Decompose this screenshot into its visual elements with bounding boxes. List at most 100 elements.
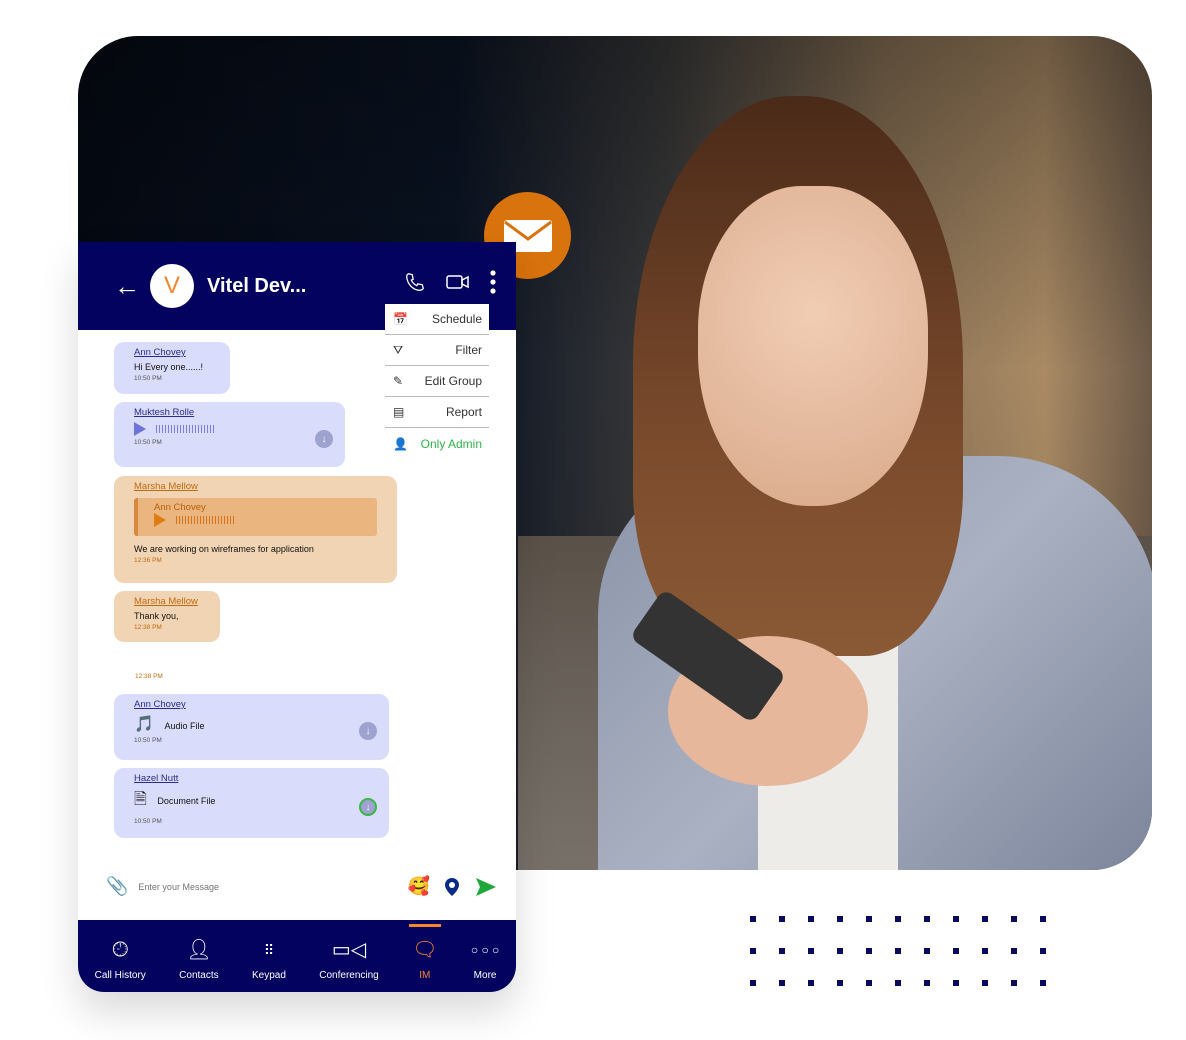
document-file-icon: 🗎 <box>134 791 147 808</box>
filter-icon: ⛛ <box>393 342 404 357</box>
dot <box>750 948 756 954</box>
dot <box>1040 980 1046 986</box>
menu-item-only-admin[interactable]: 👤 Only Admin <box>385 428 489 459</box>
emoji-icon[interactable]: 🥰 <box>408 876 430 897</box>
send-icon[interactable] <box>476 877 496 896</box>
calendar-clock-icon: 📅 <box>393 312 408 326</box>
file-name[interactable]: Audio File <box>164 721 204 731</box>
dot <box>866 916 872 922</box>
quoted-voice-message[interactable]: Ann Chovey <box>134 498 377 536</box>
file-name[interactable]: Document File <box>157 796 215 806</box>
sender-name[interactable]: Marsha Mellow <box>134 596 200 607</box>
dot <box>808 948 814 954</box>
menu-item-edit-group[interactable]: ✎ Edit Group <box>385 366 489 397</box>
dot <box>779 980 785 986</box>
sender-name[interactable]: Ann Chovey <box>134 347 210 358</box>
message-time: 12:36 PM <box>134 557 162 564</box>
message-bubble: Marsha Mellow Thank you, 12:38 PM <box>114 591 220 642</box>
decorative-dot-grid <box>750 916 1046 986</box>
play-icon[interactable] <box>154 513 166 527</box>
location-pin-icon[interactable] <box>444 877 460 897</box>
reply-message-bubble: Marsha Mellow Ann Chovey We are working … <box>114 476 397 583</box>
dot <box>866 948 872 954</box>
report-icon: ▤ <box>393 405 405 419</box>
history-icon: 🕘︎ <box>112 938 129 961</box>
message-text: Hi Every one......! <box>134 362 204 372</box>
play-icon[interactable] <box>134 422 146 436</box>
sender-name[interactable]: Hazel Nutt <box>134 773 369 784</box>
download-progress-icon[interactable]: ↓ <box>359 798 377 816</box>
message-time: 12:38 PM <box>135 673 163 680</box>
download-icon[interactable]: ↓ <box>315 430 333 448</box>
video-icon: ▭◁ <box>331 938 367 961</box>
bottom-nav: 🕘︎ Call History 👤︎ Contacts ⠿ Keypad ▭◁ Conf… <box>78 920 516 992</box>
dot <box>895 948 901 954</box>
message-time: 10:50 PM <box>134 375 162 382</box>
dot <box>924 916 930 922</box>
waveform <box>156 425 216 433</box>
menu-item-report[interactable]: ▤ Report <box>385 397 489 428</box>
dot <box>808 980 814 986</box>
nav-call-history[interactable]: 🕘︎ Call History <box>95 938 146 981</box>
phone-icon[interactable] <box>404 271 426 293</box>
dot <box>837 948 843 954</box>
sender-name[interactable]: Ann Chovey <box>134 699 369 710</box>
dot <box>895 916 901 922</box>
dot <box>779 948 785 954</box>
chat-title: Vitel Dev... <box>207 274 307 297</box>
message-text: We are working on wireframes for applica… <box>134 544 314 554</box>
waveform <box>176 516 236 524</box>
dot <box>982 916 988 922</box>
dot <box>1040 948 1046 954</box>
message-time: 10:50 PM <box>134 737 162 744</box>
pencil-icon: ✎ <box>393 374 404 388</box>
message-bubble: Ann Chovey Hi Every one......! 10:50 PM <box>114 342 230 394</box>
dot <box>982 980 988 986</box>
dot <box>837 916 843 922</box>
chat-app: ← V Vitel Dev... 📅 Schedule ⛛ Filter ✎ Edit… <box>78 242 516 992</box>
dot <box>837 980 843 986</box>
voice-message-bubble: Muktesh Rolle ↓ 10:50 PM <box>114 402 345 467</box>
admin-icon: 👤 <box>393 436 408 451</box>
more-horizontal-icon: ○ ○ ○ <box>470 942 500 957</box>
sender-name[interactable]: Muktesh Rolle <box>134 407 325 418</box>
menu-item-filter[interactable]: ⛛ Filter <box>385 335 489 366</box>
sender-name[interactable]: Marsha Mellow <box>134 481 377 492</box>
video-call-icon[interactable] <box>446 274 470 290</box>
dot <box>750 916 756 922</box>
dot <box>1011 948 1017 954</box>
chat-icon: 🗨︎ <box>412 938 438 961</box>
back-arrow-icon[interactable]: ← <box>114 271 140 302</box>
menu-item-schedule[interactable]: 📅 Schedule <box>385 304 489 335</box>
message-input[interactable] <box>138 881 408 892</box>
audio-file-icon: 🎵 <box>134 716 154 733</box>
nav-conferencing[interactable]: ▭◁ Conferencing <box>319 938 378 981</box>
nav-contacts[interactable]: 👤︎ Contacts <box>179 938 218 981</box>
more-vertical-icon[interactable] <box>490 270 496 294</box>
dot <box>895 980 901 986</box>
keypad-icon: ⠿ <box>263 941 275 958</box>
file-message-bubble: Ann Chovey 🎵 Audio File ↓ 10:50 PM <box>114 694 389 760</box>
dot <box>953 916 959 922</box>
nav-more[interactable]: ○ ○ ○ More <box>471 938 499 981</box>
message-text: Thank you, <box>134 611 179 621</box>
quoted-sender: Ann Chovey <box>154 502 206 513</box>
dot <box>779 916 785 922</box>
options-menu: 📅 Schedule ⛛ Filter ✎ Edit Group ▤ Report 👤 O… <box>385 304 489 459</box>
dot <box>750 980 756 986</box>
dot <box>953 948 959 954</box>
dot <box>953 980 959 986</box>
dot <box>924 980 930 986</box>
message-time: 10:50 PM <box>134 439 162 446</box>
download-icon[interactable]: ↓ <box>359 722 377 740</box>
person-icon: 👤︎ <box>186 938 212 961</box>
attach-icon[interactable]: 📎 <box>106 876 128 897</box>
nav-keypad[interactable]: ⠿ Keypad <box>252 938 286 981</box>
message-time: 10:50 PM <box>134 818 162 825</box>
dot <box>866 980 872 986</box>
dot <box>1040 916 1046 922</box>
dot <box>924 948 930 954</box>
dot <box>1011 916 1017 922</box>
nav-im[interactable]: 🗨︎ IM <box>408 923 442 981</box>
file-message-bubble: Hazel Nutt 🗎 Document File ↓ 10:50 PM <box>114 768 389 838</box>
